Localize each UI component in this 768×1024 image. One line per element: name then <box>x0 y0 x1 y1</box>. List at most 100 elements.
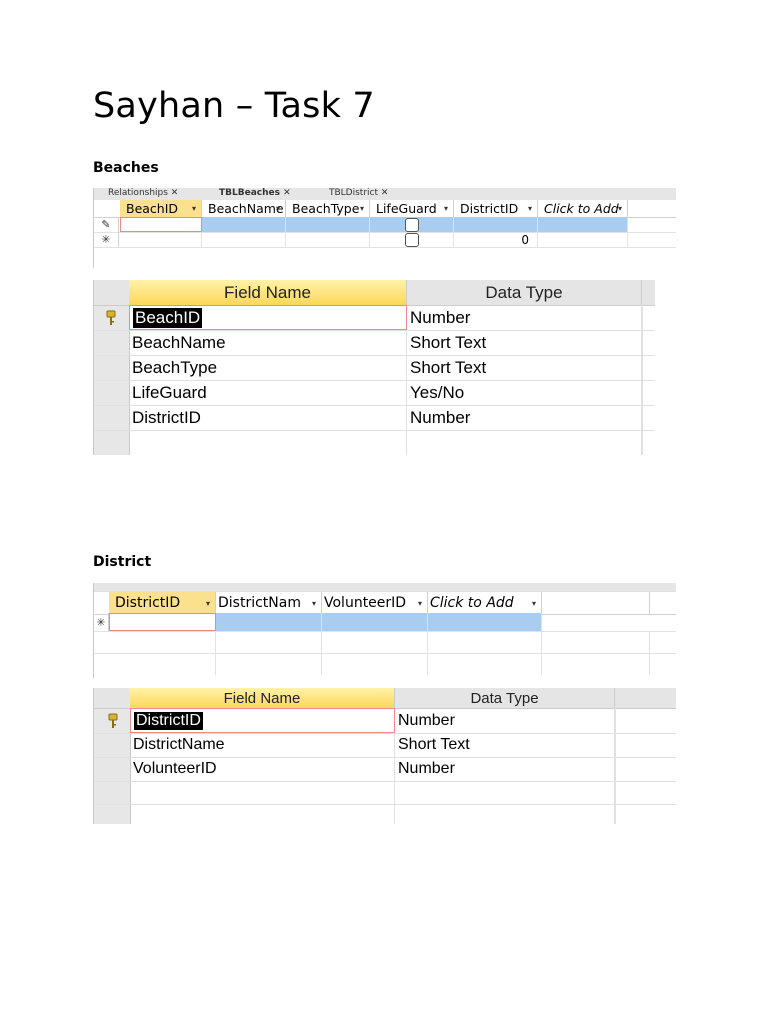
dropdown-arrow-icon[interactable]: ▾ <box>618 204 622 213</box>
field-name-header: Field Name <box>129 280 407 305</box>
lifeguard-checkbox[interactable] <box>404 217 419 232</box>
lifeguard-cell[interactable] <box>370 232 454 247</box>
add-cell[interactable] <box>538 232 628 247</box>
districtid-cell[interactable] <box>109 613 216 631</box>
tab-tblbeaches[interactable]: TBLBeaches ✕ <box>219 188 291 198</box>
data-type-cell[interactable]: Number <box>407 405 642 430</box>
design-row[interactable]: DistrictID Number <box>94 405 655 431</box>
datasheet-header-row: DistrictID ▾ DistrictNam ▾ VolunteerID ▾ Cl… <box>94 591 676 615</box>
tab-tbldistrict[interactable]: TBLDistrict ✕ <box>329 188 388 198</box>
field-name-cell[interactable] <box>130 804 395 824</box>
data-type-cell[interactable]: Short Text <box>395 733 615 757</box>
design-row[interactable]: LifeGuard Yes/No <box>94 380 655 406</box>
add-cell[interactable] <box>538 217 628 232</box>
column-header-volunteerid[interactable]: VolunteerID ▾ <box>322 592 428 614</box>
dropdown-arrow-icon[interactable]: ▾ <box>276 204 280 213</box>
datasheet-current-row[interactable]: ✎ <box>94 217 676 233</box>
datasheet-header-row: BeachID ▾ BeachName ▾ BeachType ▾ LifeGuard… <box>94 200 676 218</box>
field-name-cell[interactable]: DistrictID <box>130 708 395 733</box>
districtid-cell[interactable] <box>454 217 538 232</box>
select-all-corner[interactable] <box>94 688 130 708</box>
data-type-cell[interactable]: Short Text <box>407 330 642 355</box>
lifeguard-cell[interactable] <box>370 217 454 232</box>
data-type-cell[interactable] <box>395 781 615 804</box>
tab-relationships[interactable]: Relationships ✕ <box>108 188 178 198</box>
design-row[interactable]: BeachType Short Text <box>94 355 655 381</box>
field-name-cell[interactable]: VolunteerID <box>130 757 395 781</box>
data-type-cell[interactable] <box>395 804 615 824</box>
field-name-cell[interactable] <box>129 430 407 455</box>
design-row[interactable]: BeachName Short Text <box>94 330 655 356</box>
dropdown-arrow-icon[interactable]: ▾ <box>532 599 536 608</box>
new-record-icon: ✳ <box>94 613 109 631</box>
column-header-districtname[interactable]: DistrictNam ▾ <box>216 592 322 614</box>
grid-cell <box>542 653 650 675</box>
datasheet-new-row[interactable]: ✳ <box>94 613 676 632</box>
districtname-cell[interactable] <box>216 613 322 631</box>
column-header-click-to-add[interactable]: Click to Add ▾ <box>428 592 542 614</box>
primary-key-icon <box>104 708 122 733</box>
data-type-cell[interactable]: Short Text <box>407 355 642 380</box>
volunteerid-cell[interactable] <box>322 613 428 631</box>
beachtype-cell[interactable] <box>286 217 370 232</box>
field-name-cell[interactable]: BeachType <box>129 355 407 380</box>
new-record-icon: ✳ <box>94 232 119 247</box>
beachname-cell[interactable] <box>202 217 286 232</box>
design-row[interactable]: VolunteerID Number <box>94 757 676 782</box>
lifeguard-checkbox[interactable] <box>404 232 419 247</box>
document-tab-bar <box>94 583 676 591</box>
beaches-datasheet: Relationships ✕ TBLBeaches ✕ TBLDistrict… <box>93 188 676 268</box>
design-row[interactable]: BeachID Number <box>94 305 655 331</box>
column-header-lifeguard[interactable]: LifeGuard ▾ <box>370 200 454 217</box>
districtid-cell[interactable]: 0 <box>454 232 538 247</box>
column-header-blank <box>542 592 650 614</box>
grid-cell <box>216 653 322 675</box>
dropdown-arrow-icon[interactable]: ▾ <box>192 204 196 213</box>
design-header-row: Field Name Data Type <box>94 280 655 306</box>
field-name-cell[interactable]: LifeGuard <box>129 380 407 405</box>
design-row[interactable]: DistrictName Short Text <box>94 733 676 758</box>
column-header-click-to-add[interactable]: Click to Add ▾ <box>538 200 628 217</box>
beachname-cell[interactable] <box>202 232 286 247</box>
design-row-empty[interactable] <box>94 804 676 824</box>
beachid-cell[interactable] <box>120 217 202 232</box>
data-type-cell[interactable]: Yes/No <box>407 380 642 405</box>
beaches-heading: Beaches <box>93 160 159 176</box>
design-row-empty[interactable] <box>94 430 655 455</box>
grid-cell <box>109 653 216 675</box>
beachtype-cell[interactable] <box>286 232 370 247</box>
beachid-cell[interactable] <box>120 232 202 247</box>
datasheet-empty-row <box>94 653 676 675</box>
field-name-cell[interactable]: DistrictName <box>130 733 395 757</box>
pencil-icon[interactable]: ✎ <box>94 217 119 232</box>
design-row-empty[interactable] <box>94 781 676 805</box>
grid-cell <box>542 631 650 653</box>
dropdown-arrow-icon[interactable]: ▾ <box>312 599 316 608</box>
column-header-districtid[interactable]: DistrictID ▾ <box>454 200 538 217</box>
data-type-cell[interactable]: Number <box>395 708 615 733</box>
column-header-districtid[interactable]: DistrictID ▾ <box>109 592 216 614</box>
datasheet-new-row[interactable]: ✳ 0 <box>94 232 676 248</box>
primary-key-icon <box>102 305 120 330</box>
column-header-beachname[interactable]: BeachName ▾ <box>202 200 286 217</box>
data-type-cell[interactable]: Number <box>407 305 642 330</box>
add-cell[interactable] <box>428 613 542 631</box>
grid-cell <box>216 631 322 653</box>
dropdown-arrow-icon[interactable]: ▾ <box>206 599 210 608</box>
dropdown-arrow-icon[interactable]: ▾ <box>444 204 448 213</box>
dropdown-arrow-icon[interactable]: ▾ <box>418 599 422 608</box>
field-name-cell[interactable]: BeachID <box>129 305 407 330</box>
design-row[interactable]: DistrictID Number <box>94 708 676 734</box>
dropdown-arrow-icon[interactable]: ▾ <box>528 204 532 213</box>
data-type-cell[interactable] <box>407 430 642 455</box>
dropdown-arrow-icon[interactable]: ▾ <box>360 204 364 213</box>
select-all-corner[interactable] <box>94 280 129 305</box>
column-header-beachtype[interactable]: BeachType ▾ <box>286 200 370 217</box>
field-name-cell[interactable]: BeachName <box>129 330 407 355</box>
field-name-cell[interactable]: DistrictID <box>129 405 407 430</box>
district-datasheet: DistrictID ▾ DistrictNam ▾ VolunteerID ▾ Cl… <box>93 583 676 678</box>
field-name-cell[interactable] <box>130 781 395 804</box>
data-type-cell[interactable]: Number <box>395 757 615 781</box>
grid-cell <box>428 631 542 653</box>
column-header-beachid[interactable]: BeachID ▾ <box>120 200 202 217</box>
